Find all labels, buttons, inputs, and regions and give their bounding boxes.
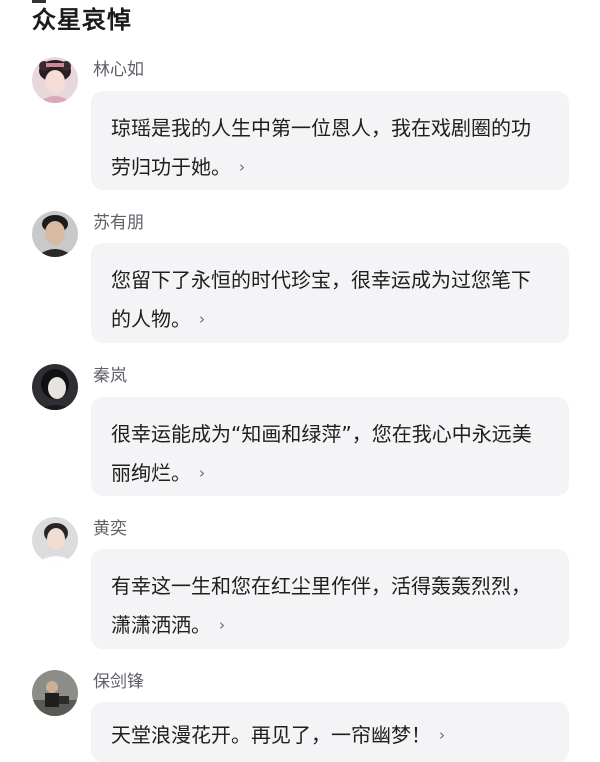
comment-bubble[interactable]: 琼瑶是我的人生中第一位恩人，我在戏剧圈的功劳归功于她。 › bbox=[91, 91, 569, 190]
comment-text: 天堂浪漫花开。再见了，一帘幽梦！ bbox=[111, 723, 431, 747]
avatar[interactable] bbox=[32, 57, 78, 103]
author-name[interactable]: 林心如 bbox=[93, 59, 144, 81]
page-title: 众星哀悼 bbox=[32, 6, 132, 34]
chevron-right-icon: › bbox=[199, 310, 205, 328]
author-name[interactable]: 秦岚 bbox=[93, 365, 127, 387]
comment-text: 很幸运能成为“知画和绿萍”，您在我心中永远美丽绚烂。 bbox=[111, 422, 532, 485]
comment-text: 有幸这一生和您在红尘里作伴，活得轰轰烈烈，潇潇洒洒。 bbox=[111, 574, 531, 637]
chevron-right-icon: › bbox=[439, 726, 445, 744]
avatar[interactable] bbox=[32, 364, 78, 410]
comment-bubble[interactable]: 您留下了永恒的时代珍宝，很幸运成为过您笔下的人物。 › bbox=[91, 243, 569, 343]
chevron-right-icon: › bbox=[239, 158, 245, 176]
chevron-right-icon: › bbox=[199, 464, 205, 482]
avatar[interactable] bbox=[32, 670, 78, 716]
comment-bubble[interactable]: 天堂浪漫花开。再见了，一帘幽梦！ › bbox=[91, 702, 569, 762]
avatar[interactable] bbox=[32, 211, 78, 257]
author-name[interactable]: 苏有朋 bbox=[93, 212, 144, 234]
comment-bubble[interactable]: 很幸运能成为“知画和绿萍”，您在我心中永远美丽绚烂。 › bbox=[91, 397, 569, 496]
chevron-right-icon: › bbox=[219, 616, 225, 634]
author-name[interactable]: 黄奕 bbox=[93, 518, 127, 540]
comment-text: 琼瑶是我的人生中第一位恩人，我在戏剧圈的功劳归功于她。 bbox=[111, 116, 531, 179]
author-name[interactable]: 保剑锋 bbox=[93, 671, 144, 693]
comment-text: 您留下了永恒的时代珍宝，很幸运成为过您笔下的人物。 bbox=[111, 268, 531, 331]
avatar[interactable] bbox=[32, 517, 78, 563]
comment-bubble[interactable]: 有幸这一生和您在红尘里作伴，活得轰轰烈烈，潇潇洒洒。 › bbox=[91, 549, 569, 649]
